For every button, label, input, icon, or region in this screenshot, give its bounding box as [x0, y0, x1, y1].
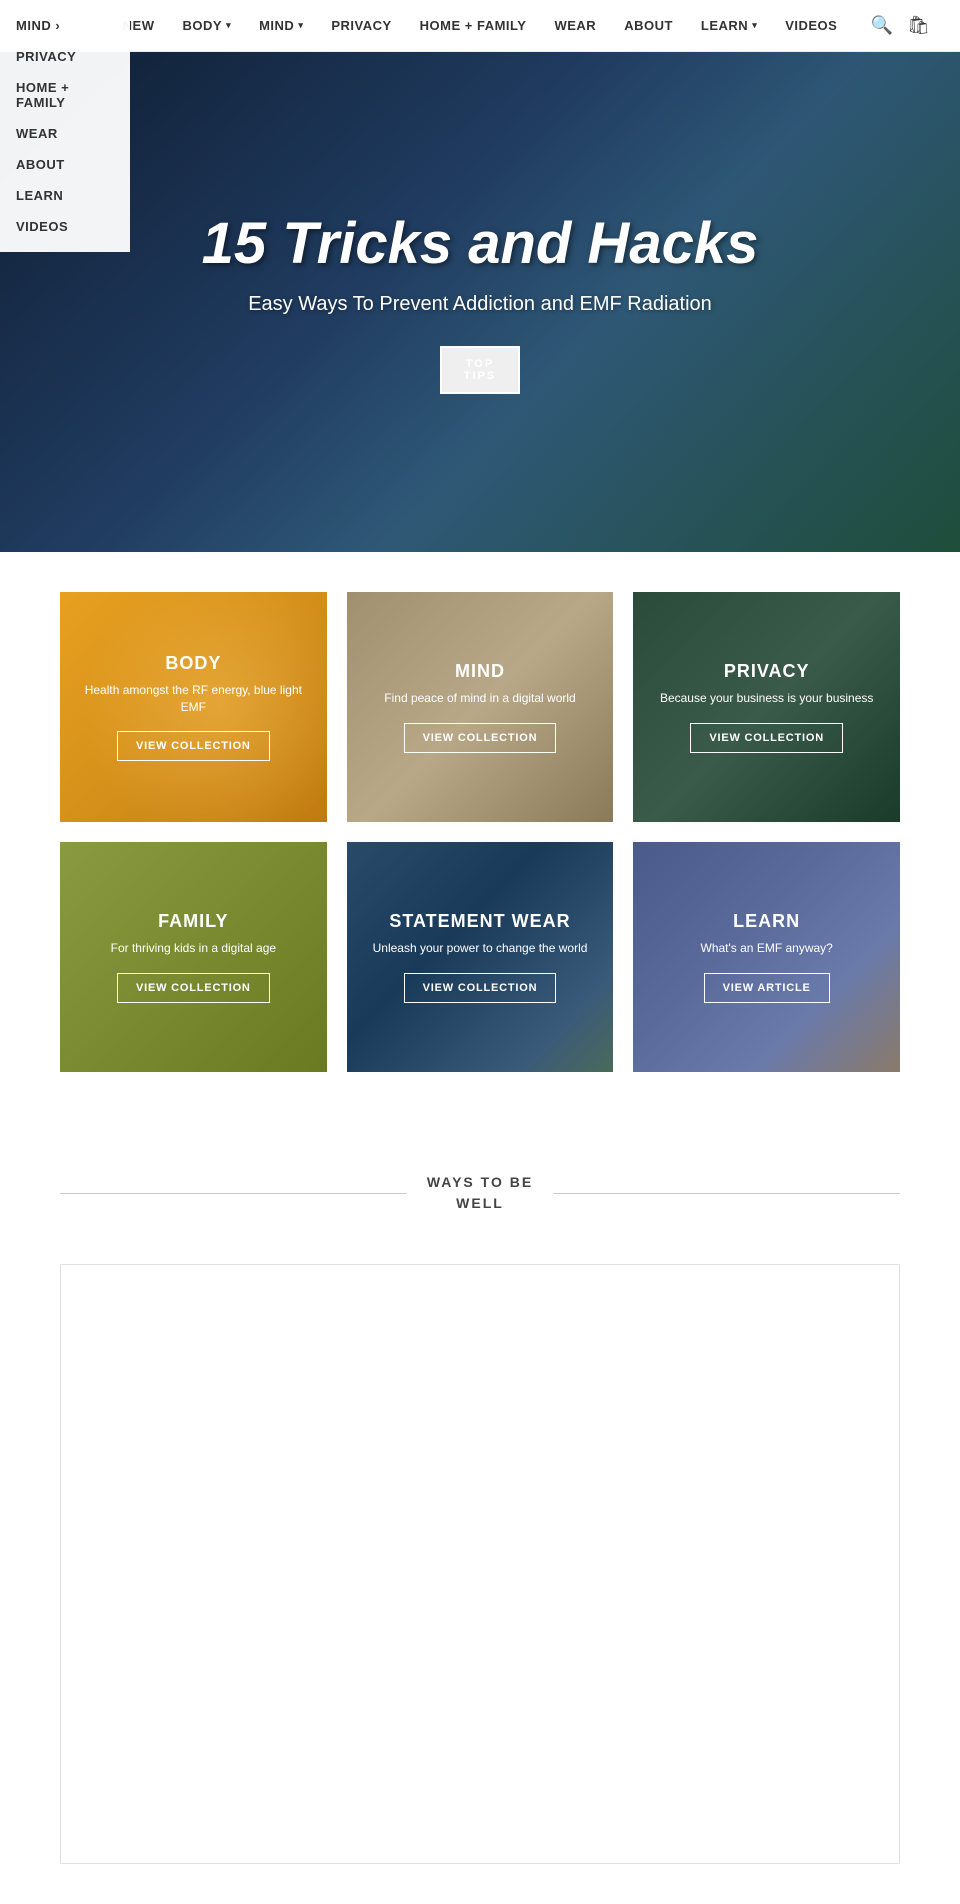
- mobile-menu-item-wear[interactable]: WEAR: [0, 118, 130, 149]
- hero-title: 15 Tricks and Hacks: [202, 210, 759, 277]
- top-nav: NEW BODY ▾ MIND ▾ PRIVACY HOME + FAMILY …: [0, 0, 960, 52]
- card-learn: LEARN What's an EMF anyway? VIEW ARTICLE: [633, 842, 900, 1072]
- card-learn-desc: What's an EMF anyway?: [701, 940, 833, 957]
- chevron-down-icon: ▾: [752, 20, 757, 31]
- card-privacy-content: PRIVACY Because your business is your bu…: [644, 645, 889, 769]
- card-family: FAMILY For thriving kids in a digital ag…: [60, 842, 327, 1072]
- ways-title: WAYS TO BE WELL: [427, 1172, 533, 1214]
- nav-icons: 🔍 🛍: [871, 15, 930, 36]
- ways-divider: WAYS TO BE WELL: [60, 1172, 900, 1214]
- card-wear-desc: Unleash your power to change the world: [373, 940, 588, 957]
- card-privacy-desc: Because your business is your business: [660, 690, 873, 707]
- card-body: BODY Health amongst the RF energy, blue …: [60, 592, 327, 822]
- hero-content: 15 Tricks and Hacks Easy Ways To Prevent…: [162, 210, 799, 394]
- nav-body[interactable]: BODY ▾: [183, 18, 232, 33]
- ways-section: WAYS TO BE WELL: [0, 1132, 960, 1264]
- mobile-menu-item-videos[interactable]: VIDEOS: [0, 211, 130, 242]
- card-learn-content: LEARN What's an EMF anyway? VIEW ARTICLE: [685, 895, 849, 1019]
- card-learn-title: LEARN: [701, 911, 833, 932]
- cart-icon[interactable]: 🛍: [907, 15, 930, 36]
- nav-home-family[interactable]: HOME + FAMILY: [420, 18, 527, 33]
- blog-card: [60, 1264, 900, 1864]
- mobile-menu-item-about[interactable]: ABOUT: [0, 149, 130, 180]
- category-grid: BODY Health amongst the RF energy, blue …: [0, 552, 960, 1132]
- hero-section: 15 Tricks and Hacks Easy Ways To Prevent…: [0, 52, 960, 552]
- nav-learn[interactable]: LEARN ▾: [701, 18, 757, 33]
- card-body-btn[interactable]: VIEW COLLECTION: [117, 731, 270, 761]
- chevron-down-icon: ▾: [226, 20, 231, 31]
- card-privacy: PRIVACY Because your business is your bu…: [633, 592, 900, 822]
- nav-mind[interactable]: MIND ▾: [259, 18, 303, 33]
- card-family-btn[interactable]: VIEW COLLECTION: [117, 973, 270, 1003]
- mobile-menu-item-privacy[interactable]: PRIVACY: [0, 41, 130, 72]
- card-body-content: BODY Health amongst the RF energy, blue …: [60, 637, 327, 778]
- nav-privacy[interactable]: PRIVACY: [331, 18, 391, 33]
- card-privacy-btn[interactable]: VIEW COLLECTION: [690, 723, 843, 753]
- card-wear-content: STATEMENT WEAR Unleash your power to cha…: [357, 895, 604, 1019]
- card-mind-desc: Find peace of mind in a digital world: [384, 690, 575, 707]
- card-mind-content: MIND Find peace of mind in a digital wor…: [368, 645, 591, 769]
- nav-links: NEW BODY ▾ MIND ▾ PRIVACY HOME + FAMILY …: [123, 18, 838, 33]
- mobile-menu-item-home-family[interactable]: HOME + FAMILY: [0, 72, 130, 118]
- card-learn-btn[interactable]: VIEW ARTICLE: [704, 973, 830, 1003]
- mobile-menu-item-mind[interactable]: MIND ›: [0, 10, 130, 41]
- card-family-title: FAMILY: [111, 911, 276, 932]
- card-body-desc: Health amongst the RF energy, blue light…: [76, 682, 311, 716]
- hero-btn-line1: TOP: [464, 358, 496, 370]
- divider-line-right: [553, 1193, 900, 1194]
- nav-about[interactable]: ABOUT: [624, 18, 673, 33]
- card-wear: STATEMENT WEAR Unleash your power to cha…: [347, 842, 614, 1072]
- card-mind: MIND Find peace of mind in a digital wor…: [347, 592, 614, 822]
- grid-row-2: FAMILY For thriving kids in a digital ag…: [60, 842, 900, 1072]
- nav-wear[interactable]: WEAR: [554, 18, 596, 33]
- hero-subtitle: Easy Ways To Prevent Addiction and EMF R…: [202, 293, 759, 316]
- divider-line-left: [60, 1193, 407, 1194]
- hero-btn-line2: TIPS: [464, 370, 496, 382]
- card-family-desc: For thriving kids in a digital age: [111, 940, 276, 957]
- card-wear-btn[interactable]: VIEW COLLECTION: [404, 973, 557, 1003]
- card-privacy-title: PRIVACY: [660, 661, 873, 682]
- search-icon[interactable]: 🔍: [871, 15, 893, 36]
- card-mind-btn[interactable]: VIEW COLLECTION: [404, 723, 557, 753]
- chevron-down-icon: ▾: [298, 20, 303, 31]
- grid-row-1: BODY Health amongst the RF energy, blue …: [60, 592, 900, 822]
- mobile-menu: MIND › PRIVACY HOME + FAMILY WEAR ABOUT …: [0, 0, 130, 252]
- nav-videos[interactable]: VIDEOS: [785, 18, 837, 33]
- card-wear-title: STATEMENT WEAR: [373, 911, 588, 932]
- mobile-menu-item-learn[interactable]: LEARN: [0, 180, 130, 211]
- card-family-content: FAMILY For thriving kids in a digital ag…: [95, 895, 292, 1019]
- card-mind-title: MIND: [384, 661, 575, 682]
- card-body-title: BODY: [76, 653, 311, 674]
- hero-cta-button[interactable]: TOP TIPS: [440, 346, 520, 394]
